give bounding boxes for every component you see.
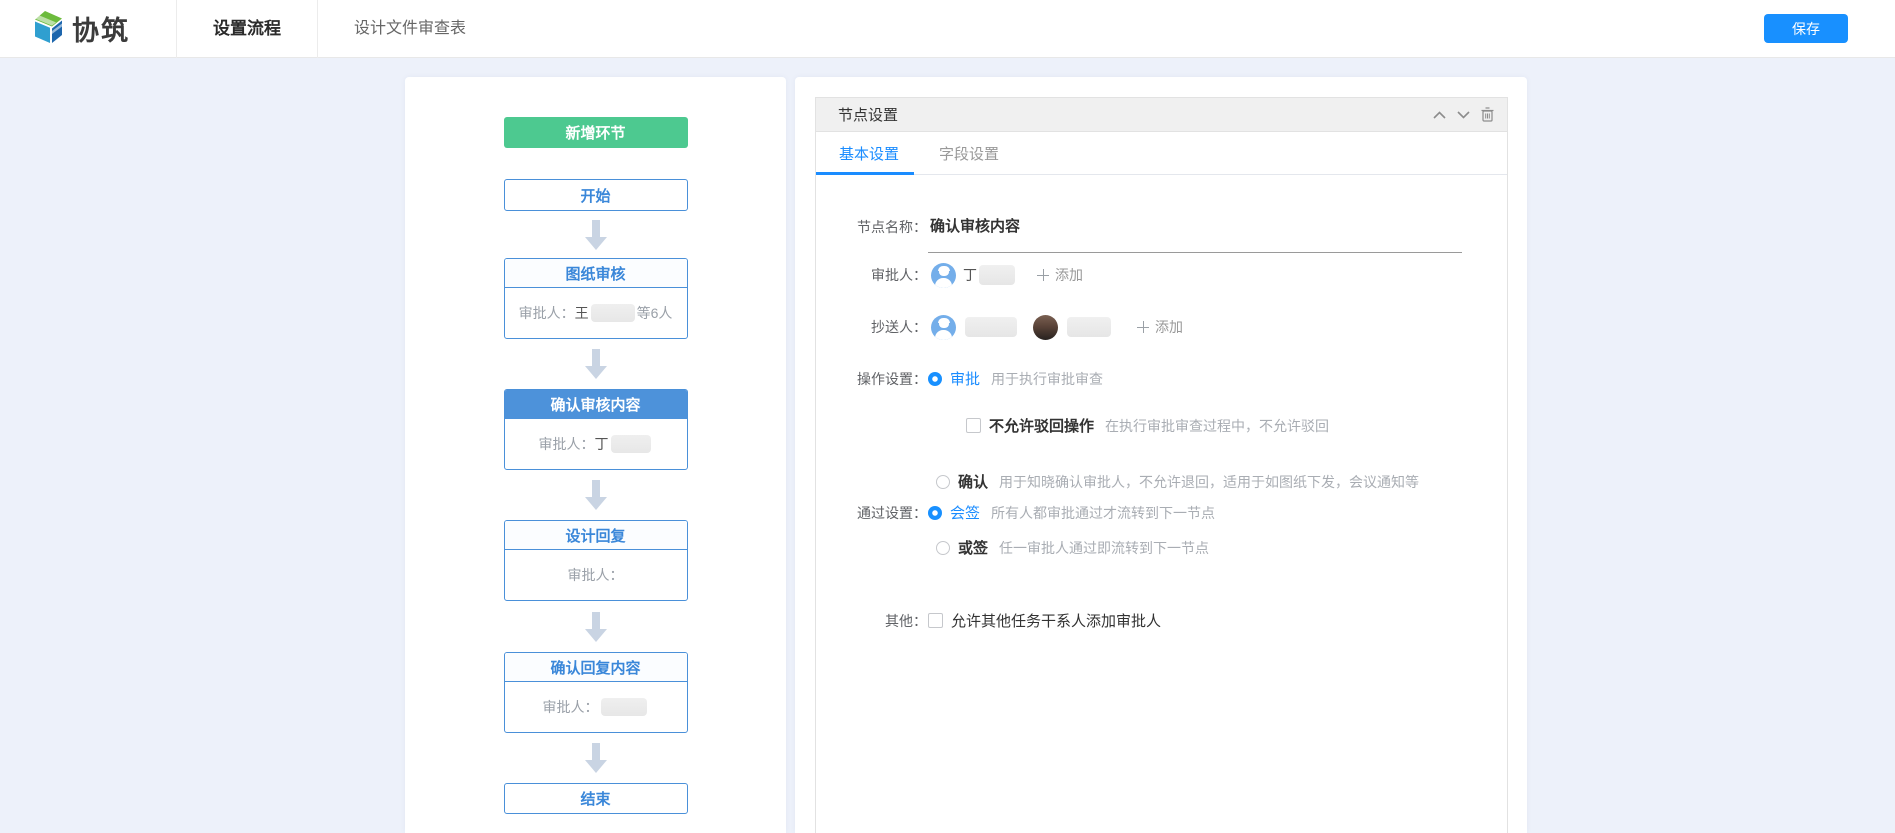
- flow-arrow: [504, 339, 688, 389]
- add-step-button[interactable]: 新增环节: [504, 117, 688, 148]
- redacted-name: [979, 265, 1015, 285]
- checkbox-no-reject[interactable]: [966, 418, 981, 433]
- flow-node-title: 确认审核内容: [505, 390, 687, 419]
- arrow-down-icon: [585, 497, 607, 510]
- flow-node-confirm-reply[interactable]: 确认回复内容 审批人：: [504, 652, 688, 733]
- basic-settings-form: 节点名称： 审批人： 丁: [816, 175, 1507, 631]
- radio-approve-hint: 用于执行审批审查: [991, 369, 1103, 389]
- checkbox-allow-stakeholders-label[interactable]: 允许其他任务干系人添加审批人: [951, 610, 1161, 631]
- operation-settings-row: 操作设置： 审批 用于执行审批审查: [849, 368, 1507, 389]
- other-row: 其他： 允许其他任务干系人添加审批人: [849, 610, 1507, 631]
- flow-node-confirm-review[interactable]: 确认审核内容 审批人：丁: [504, 389, 688, 470]
- trash-icon[interactable]: [1480, 107, 1495, 122]
- flow-node-title: 图纸审核: [505, 259, 687, 288]
- pass-settings-row: 通过设置： 会签 所有人都审批通过才流转到下一节点: [849, 502, 1507, 523]
- node-name-row: 节点名称：: [849, 215, 1507, 253]
- flow-node-title: 设计回复: [505, 521, 687, 550]
- panel-title: 节点设置: [838, 104, 898, 125]
- approver-row: 审批人： 丁 添加: [849, 258, 1507, 292]
- node-settings-header: 节点设置: [816, 98, 1507, 132]
- pass-settings-label: 通过设置：: [849, 503, 927, 523]
- radio-confirm-hint: 用于知晓确认审批人，不允许退回，适用于如图纸下发，会议通知等: [999, 472, 1419, 492]
- approver-avatar[interactable]: [931, 263, 956, 288]
- radio-countersign-label[interactable]: 会签: [950, 502, 980, 523]
- operation-settings-label: 操作设置：: [849, 369, 927, 389]
- or-sign-row: 或签 任一审批人通过即流转到下一节点: [849, 537, 1507, 558]
- radio-countersign[interactable]: [928, 506, 942, 520]
- flowchart-card: 新增环节 开始 图纸审核 审批人：王等6人 确认审核内容 审批人：丁: [405, 77, 786, 833]
- settings-panel: 节点设置: [795, 77, 1527, 833]
- radio-confirm[interactable]: [936, 475, 950, 489]
- checkbox-allow-stakeholders[interactable]: [928, 613, 943, 628]
- flow-node-design-reply[interactable]: 设计回复 审批人：: [504, 520, 688, 601]
- plus-icon: [1037, 269, 1049, 281]
- add-cc-link[interactable]: 添加: [1137, 317, 1183, 337]
- radio-approve-label[interactable]: 审批: [950, 368, 980, 389]
- radio-orsign[interactable]: [936, 541, 950, 555]
- flow-arrow: [504, 211, 688, 258]
- settings-tabs: 基本设置 字段设置: [816, 132, 1507, 175]
- radio-countersign-hint: 所有人都审批通过才流转到下一节点: [991, 503, 1215, 523]
- arrow-down-icon: [585, 760, 607, 773]
- flow-node-drawing-review[interactable]: 图纸审核 审批人：王等6人: [504, 258, 688, 339]
- nav-item-review-form[interactable]: 设计文件审查表: [317, 0, 502, 58]
- top-navbar: 协筑 设置流程 设计文件审查表 保存: [0, 0, 1895, 58]
- flow-node-approvers: 审批人：: [505, 550, 687, 600]
- flow-node-approvers: 审批人：王等6人: [505, 288, 687, 338]
- other-label: 其他：: [849, 611, 927, 631]
- chevron-down-icon[interactable]: [1456, 107, 1471, 122]
- arrow-down-icon: [585, 237, 607, 250]
- flow-node-title: 确认回复内容: [505, 653, 687, 682]
- redacted-name: [601, 698, 647, 716]
- no-reject-row: 不允许驳回操作 在执行审批审查过程中，不允许驳回: [849, 415, 1507, 436]
- nav-item-process-settings[interactable]: 设置流程: [176, 0, 317, 58]
- node-name-label: 节点名称：: [849, 215, 927, 239]
- chevron-up-icon[interactable]: [1432, 107, 1447, 122]
- approver-name: 丁: [963, 265, 977, 285]
- redacted-name: [965, 317, 1017, 337]
- flow-arrow: [504, 601, 688, 652]
- cc-label: 抄送人：: [849, 317, 927, 337]
- arrow-down-icon: [585, 366, 607, 379]
- checkbox-no-reject-hint: 在执行审批审查过程中，不允许驳回: [1105, 416, 1329, 436]
- approver-label: 审批人：: [849, 265, 927, 285]
- plus-icon: [1137, 321, 1149, 333]
- brand-logo-icon: [25, 9, 65, 49]
- flow-node-approvers: 审批人：丁: [505, 419, 687, 469]
- checkbox-no-reject-label[interactable]: 不允许驳回操作: [989, 415, 1094, 436]
- flow-arrow: [504, 470, 688, 520]
- flow-node-start[interactable]: 开始: [504, 179, 688, 211]
- redacted-name: [591, 304, 635, 322]
- flow-node-end[interactable]: 结束: [504, 783, 688, 814]
- add-approver-link[interactable]: 添加: [1037, 265, 1083, 285]
- node-name-input[interactable]: [928, 215, 1462, 253]
- radio-approve[interactable]: [928, 372, 942, 386]
- tab-field-settings[interactable]: 字段设置: [939, 143, 999, 164]
- brand: 协筑: [0, 9, 176, 49]
- brand-name: 协筑: [72, 9, 130, 48]
- radio-confirm-label[interactable]: 确认: [958, 471, 988, 492]
- page-body: 新增环节 开始 图纸审核 审批人：王等6人 确认审核内容 审批人：丁: [0, 58, 1895, 833]
- radio-orsign-hint: 任一审批人通过即流转到下一节点: [999, 538, 1209, 558]
- cc-row: 抄送人： 添加: [849, 310, 1507, 344]
- active-tab-indicator: [816, 172, 914, 175]
- redacted-name: [1067, 317, 1111, 337]
- cc-avatar[interactable]: [1033, 315, 1058, 340]
- redacted-name: [611, 435, 651, 453]
- arrow-down-icon: [585, 629, 607, 642]
- cc-avatar[interactable]: [931, 315, 956, 340]
- save-button[interactable]: 保存: [1764, 14, 1848, 43]
- flowchart: 新增环节 开始 图纸审核 审批人：王等6人 确认审核内容 审批人：丁: [504, 117, 688, 814]
- tab-basic-settings[interactable]: 基本设置: [839, 143, 899, 164]
- flow-node-approvers: 审批人：: [505, 682, 687, 732]
- confirm-option-row: 确认 用于知晓确认审批人，不允许退回，适用于如图纸下发，会议通知等: [849, 471, 1507, 492]
- node-settings-card: 节点设置: [815, 97, 1508, 833]
- radio-orsign-label[interactable]: 或签: [958, 537, 988, 558]
- flow-arrow: [504, 733, 688, 783]
